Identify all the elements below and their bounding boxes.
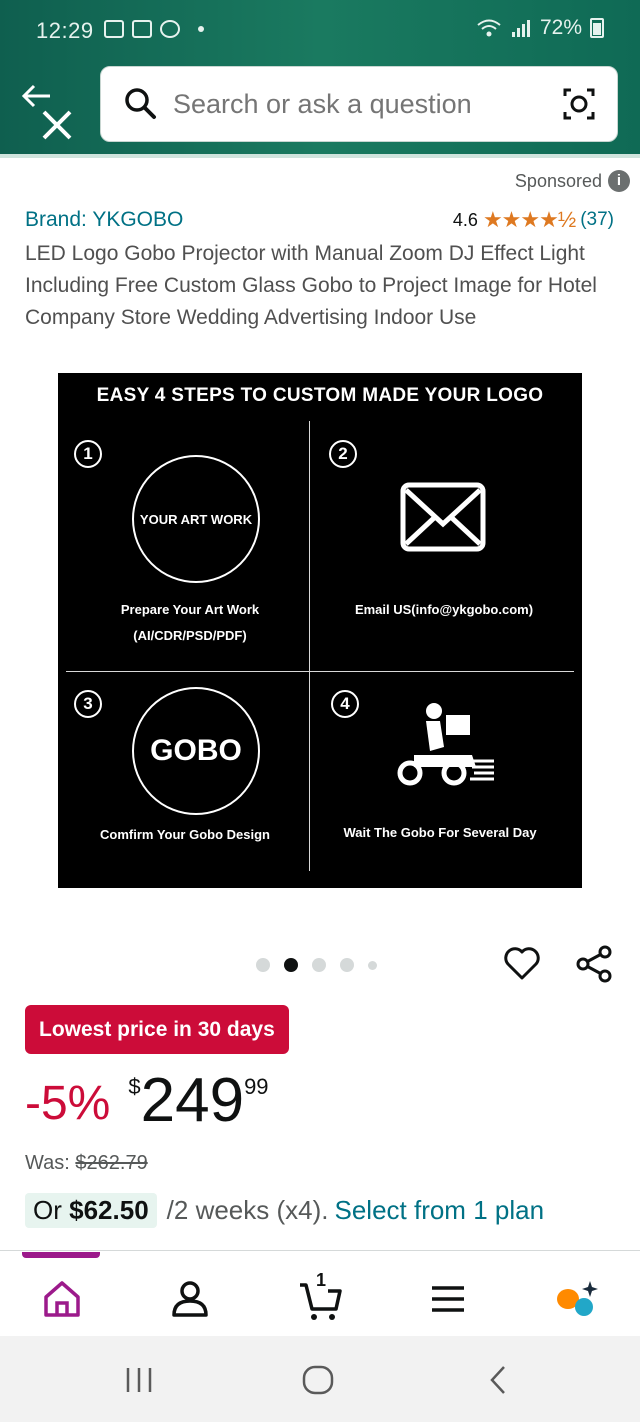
installment-terms: /2 weeks (x4). — [166, 1195, 329, 1225]
step-2-caption: Email US(info@ykgobo.com) — [354, 602, 534, 617]
art-work-circle-text: YOUR ART WORK — [139, 511, 253, 527]
home-button-icon[interactable] — [301, 1364, 335, 1396]
price-fraction: 99 — [244, 1074, 269, 1099]
installment-prefix: Or — [33, 1195, 62, 1225]
was-price-row: Was: $262.79 — [25, 1152, 148, 1175]
header-divider — [0, 154, 640, 158]
wifi-icon — [477, 19, 501, 37]
step-1-caption-line2: (AI/CDR/PSD/PDF) — [133, 628, 247, 643]
carousel-dot[interactable] — [256, 958, 270, 972]
gobo-circle-text: GOBO — [150, 734, 242, 767]
step-1-caption: Prepare Your Art Work (AI/CDR/PSD/PDF) — [78, 597, 302, 649]
delivery-scooter-icon — [397, 703, 494, 786]
image-divider-horizontal — [66, 671, 574, 672]
app-header: 12:29 72% — [0, 0, 640, 156]
installment-plan: Or $62.50 /2 weeks (x4). Select from 1 p… — [25, 1193, 544, 1228]
active-tab-indicator — [22, 1252, 100, 1258]
image-heading: EASY 4 STEPS TO CUSTOM MADE YOUR LOGO — [96, 385, 544, 406]
app-icon — [160, 20, 180, 38]
brand-link[interactable]: Brand: YKGOBO — [25, 208, 183, 232]
signal-icon — [511, 20, 530, 37]
back-close-icon[interactable] — [20, 82, 76, 142]
gallery-icon — [104, 20, 124, 38]
status-right: 72% — [476, 16, 604, 40]
was-price: $262.79 — [75, 1152, 148, 1174]
installment-pill: Or $62.50 — [25, 1193, 157, 1228]
status-bar: 12:29 72% — [0, 0, 640, 62]
account-icon[interactable] — [168, 1277, 212, 1321]
search-input[interactable] — [173, 88, 559, 120]
price-whole: 249 — [140, 1066, 245, 1135]
screenshot-icon — [132, 20, 152, 38]
rufus-assistant-icon[interactable] — [554, 1277, 598, 1321]
step-3-number: 3 — [74, 690, 102, 718]
home-icon[interactable] — [40, 1277, 84, 1321]
rating-summary[interactable]: 4.6 ★★★★½ (37) — [453, 207, 614, 233]
carousel-dot[interactable] — [368, 960, 377, 970]
menu-icon[interactable] — [426, 1277, 470, 1321]
product-title[interactable]: LED Logo Gobo Projector with Manual Zoom… — [25, 238, 615, 334]
notification-icons — [104, 20, 204, 38]
was-label: Was: — [25, 1152, 70, 1174]
carousel-dot[interactable] — [340, 958, 354, 972]
step-1-number: 1 — [74, 440, 102, 468]
share-icon[interactable] — [574, 944, 614, 984]
sponsored-label[interactable]: Sponsored i — [515, 170, 630, 192]
status-time: 12:29 — [36, 18, 94, 43]
price-currency: $ — [128, 1074, 141, 1099]
image-divider-vertical — [309, 421, 310, 871]
sponsored-text: Sponsored — [514, 170, 602, 191]
envelope-icon — [400, 482, 486, 552]
back-button-icon[interactable] — [486, 1364, 510, 1396]
carousel-dot[interactable] — [312, 958, 326, 972]
deal-badge: Lowest price in 30 days — [25, 1005, 289, 1054]
recent-apps-icon[interactable] — [124, 1366, 154, 1394]
carousel-dot-active[interactable] — [284, 958, 298, 972]
camera-search-icon[interactable] — [559, 84, 599, 124]
rating-value: 4.6 — [452, 209, 478, 230]
gobo-circle: GOBO — [132, 687, 260, 815]
info-icon[interactable]: i — [608, 170, 630, 192]
step-4-caption: Wait The Gobo For Several Day — [343, 825, 537, 840]
discount-percent: -5% — [25, 1077, 111, 1130]
search-icon — [125, 88, 156, 119]
price-row: -5% $ 249 99 — [25, 1068, 269, 1134]
step-2-number: 2 — [329, 440, 357, 468]
battery-icon — [590, 18, 604, 38]
star-rating-icon: ★★★★½ — [482, 207, 576, 232]
product-image[interactable]: EASY 4 STEPS TO CUSTOM MADE YOUR LOGO 1 … — [58, 373, 582, 888]
rating-count[interactable]: (37) — [580, 209, 614, 231]
bottom-navigation — [0, 1250, 640, 1336]
step-4-number: 4 — [331, 690, 359, 718]
step-3-caption: Comfirm Your Gobo Design — [100, 827, 270, 842]
search-bar[interactable] — [100, 66, 618, 142]
select-plan-link[interactable]: Select from 1 plan — [334, 1195, 544, 1226]
more-notifications-icon — [198, 26, 204, 32]
step-1-caption-line1: Prepare Your Art Work — [120, 602, 260, 617]
cart-count: 1 — [316, 1270, 327, 1290]
image-carousel-dots[interactable] — [256, 958, 377, 972]
system-navigation-bar — [0, 1336, 640, 1422]
wishlist-heart-icon[interactable] — [503, 944, 541, 982]
art-work-circle: YOUR ART WORK — [132, 455, 260, 583]
battery-percent: 72% — [539, 16, 582, 39]
installment-amount: $62.50 — [69, 1195, 149, 1225]
